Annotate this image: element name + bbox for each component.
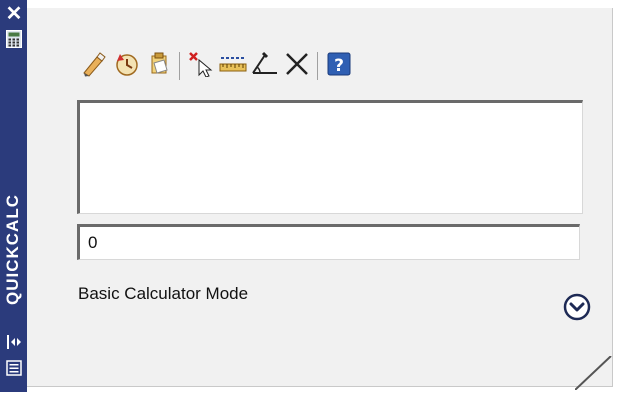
quickcalc-panel: ? Basic Calculator Mode	[27, 8, 613, 387]
eraser-icon	[80, 51, 106, 82]
toolbar: ?	[79, 48, 499, 88]
intersection-icon	[284, 51, 310, 82]
help-icon: ?	[326, 51, 352, 82]
palette-title-bar: ✕ QUICKCALC	[0, 0, 27, 392]
clear-history-tool[interactable]	[113, 52, 141, 80]
close-icon[interactable]: ✕	[4, 4, 24, 24]
angle-icon	[251, 51, 279, 82]
intersection-tool[interactable]	[283, 52, 311, 80]
get-coordinates-tool[interactable]	[187, 51, 215, 82]
clear-tool[interactable]	[79, 51, 107, 82]
paste-to-command-line-tool[interactable]	[145, 52, 173, 80]
ruler-icon	[219, 51, 247, 82]
help-tool[interactable]: ?	[325, 52, 353, 80]
toolbar-separator	[317, 52, 318, 80]
calculator-icon	[6, 30, 22, 53]
toolbar-separator	[179, 52, 180, 80]
resize-grip[interactable]	[574, 355, 615, 391]
svg-text:?: ?	[334, 56, 344, 76]
input-box[interactable]	[77, 224, 580, 260]
distance-tool[interactable]	[219, 52, 247, 80]
paste-icon	[146, 51, 172, 82]
properties-icon[interactable]	[6, 360, 22, 381]
history-clock-icon	[114, 51, 140, 82]
angle-tool[interactable]	[251, 51, 279, 82]
chevron-down-icon[interactable]	[563, 293, 591, 321]
auto-hide-icon[interactable]	[6, 335, 22, 354]
mode-label: Basic Calculator Mode	[78, 284, 249, 303]
palette-title: QUICKCALC	[3, 194, 22, 305]
history-area[interactable]	[77, 100, 583, 214]
pick-point-icon	[188, 51, 214, 82]
